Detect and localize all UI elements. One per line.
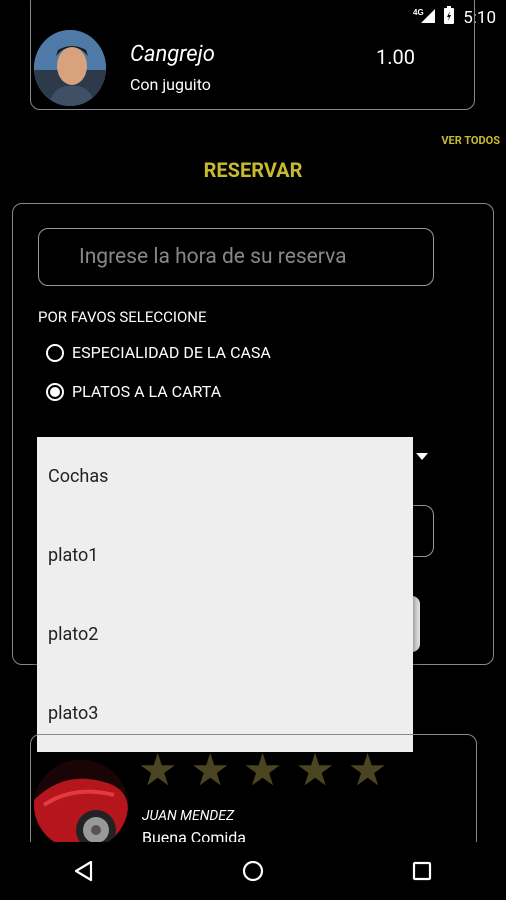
reservar-title: RESERVAR [203,158,303,182]
select-label: POR FAVOS SELECCIONE [38,308,207,326]
dish-price: 1.00 [376,45,415,69]
dish-name: Cangrejo [130,42,215,67]
reservation-time-input[interactable] [38,228,434,286]
home-button[interactable] [223,851,283,891]
recents-icon [412,861,431,881]
back-icon [75,860,93,882]
star-icon: ★ [242,744,283,796]
ver-todos-link[interactable]: VER TODOS [441,134,500,147]
radio-especialidad[interactable]: ESPECIALIDAD DE LA CASA [46,343,271,362]
radio-checked-icon[interactable] [46,382,64,401]
recents-button[interactable] [392,851,452,891]
radio-unchecked-icon[interactable] [46,343,64,362]
dish-description: Con juguito [130,75,211,94]
radio-label: PLATOS A LA CARTA [72,382,222,401]
dropdown-item[interactable]: plato1 [37,516,413,595]
rating-stars: ★ ★ ★ ★ ★ [138,748,387,792]
reviewer-name: JUAN MENDEZ [142,808,235,824]
star-icon: ★ [295,744,335,796]
dropdown-item[interactable]: Cochas [37,437,413,516]
star-icon: ★ [190,744,230,796]
navigation-bar [0,842,506,900]
star-icon: ★ [138,744,178,796]
radio-label: ESPECIALIDAD DE LA CASA [72,343,271,362]
dropdown-arrow-icon[interactable] [416,453,428,460]
back-button[interactable] [54,851,114,891]
review-image [34,760,128,850]
home-icon [242,860,264,882]
dropdown-item[interactable]: plato2 [37,595,413,674]
radio-platos-carta[interactable]: PLATOS A LA CARTA [46,382,221,401]
avatar [34,30,106,106]
dish-dropdown-menu: Cochas plato1 plato2 plato3 [37,437,413,752]
star-icon: ★ [347,744,388,796]
